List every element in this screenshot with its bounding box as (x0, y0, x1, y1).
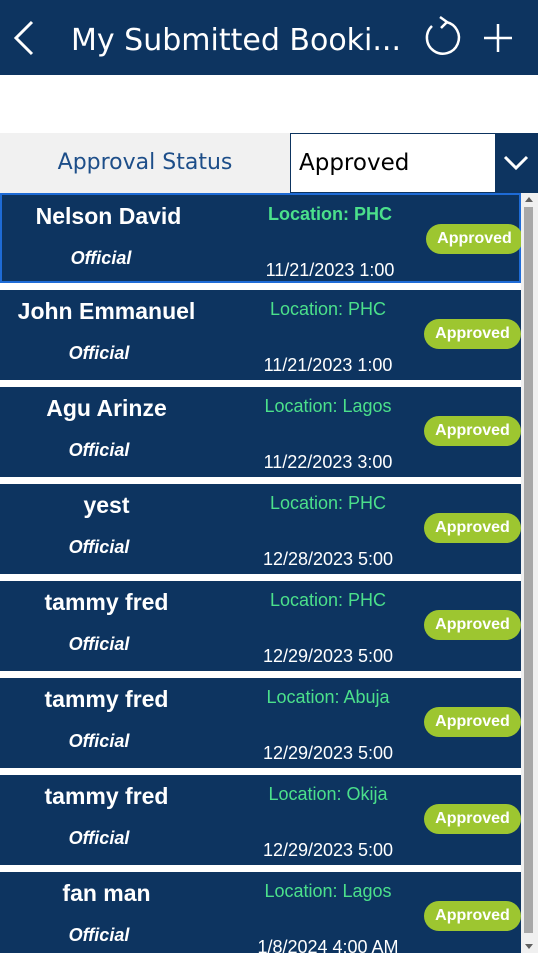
approval-status-dropdown[interactable]: Approved (290, 133, 538, 193)
booking-type: Official (68, 634, 130, 654)
booking-card[interactable]: John Emmanuel Official Location: PHC 11/21/… (0, 290, 521, 380)
booking-location: Location: PHC (269, 590, 387, 610)
plus-icon[interactable] (480, 18, 516, 58)
scroll-down-arrow-icon[interactable] (525, 944, 533, 949)
booking-card[interactable]: tammy fred Official Location: Okija 12/29/2… (0, 775, 521, 865)
booking-date: 11/21/2023 1:00 (265, 260, 395, 280)
status-badge: Approved (424, 804, 521, 834)
status-badge: Approved (424, 707, 521, 737)
booking-name: tammy fred (44, 686, 169, 712)
booking-card[interactable]: Nelson David Official Location: PHC 11/21/2… (0, 193, 523, 283)
booking-location: Location: PHC (269, 299, 387, 319)
booking-location: Location: PHC (269, 493, 387, 513)
bookings-gallery[interactable]: Nelson David Official Location: PHC 11/21/2… (0, 193, 538, 953)
status-badge: Approved (424, 610, 521, 640)
booking-type: Official (68, 440, 130, 460)
booking-type: Official (68, 343, 130, 363)
booking-type: Official (68, 925, 130, 945)
refresh-icon[interactable] (420, 16, 464, 60)
status-badge: Approved (424, 901, 521, 931)
booking-date: 12/29/2023 5:00 (262, 743, 394, 763)
page-title: My Submitted Booki... (71, 23, 401, 58)
status-badge: Approved (424, 319, 521, 349)
booking-name: tammy fred (44, 589, 169, 615)
booking-date: 11/21/2023 1:00 (263, 355, 393, 375)
booking-date: 1/8/2024 4:00 AM (257, 937, 399, 953)
booking-location: Location: Lagos (264, 881, 392, 901)
booking-name: fan man (62, 880, 151, 906)
booking-name: tammy fred (44, 783, 169, 809)
dropdown-selected-value: Approved (299, 150, 410, 176)
booking-date: 12/29/2023 5:00 (262, 646, 394, 666)
scrollbar-thumb[interactable] (524, 207, 533, 933)
app-header: My Submitted Booki... (0, 0, 538, 75)
booking-name: John Emmanuel (17, 298, 196, 324)
chevron-down-icon (503, 155, 529, 171)
booking-type: Official (68, 537, 130, 557)
booking-location: Location: Abuja (266, 687, 390, 707)
status-badge: Approved (426, 224, 523, 254)
booking-name: Nelson David (35, 203, 182, 229)
booking-type: Official (68, 731, 130, 751)
gallery-scrollbar[interactable] (521, 193, 538, 953)
booking-type: Official (70, 248, 132, 268)
status-badge: Approved (424, 513, 521, 543)
booking-card[interactable]: tammy fred Official Location: Abuja 12/29/2… (0, 678, 521, 768)
status-badge: Approved (424, 416, 521, 446)
booking-name: yest (83, 492, 130, 518)
booking-location: Location: Lagos (264, 396, 392, 416)
scroll-up-arrow-icon[interactable] (525, 197, 533, 202)
booking-card[interactable]: yest Official Location: PHC 12/28/2023 5:00… (0, 484, 521, 574)
booking-card[interactable]: Agu Arinze Official Location: Lagos 11/22/2… (0, 387, 521, 477)
booking-date: 12/28/2023 5:00 (262, 549, 394, 569)
booking-name: Agu Arinze (46, 395, 167, 421)
back-chevron-icon[interactable] (10, 18, 40, 58)
approval-filter-row: Approval Status Approved (0, 133, 538, 193)
booking-location: Location: PHC (268, 204, 392, 224)
dropdown-chevron-button[interactable] (495, 134, 537, 192)
booking-card[interactable]: fan man Official Location: Lagos 1/8/2024 4… (0, 872, 521, 953)
booking-card[interactable]: tammy fred Official Location: PHC 12/29/202… (0, 581, 521, 671)
booking-date: 12/29/2023 5:00 (262, 840, 394, 860)
search-input[interactable] (0, 75, 538, 133)
approval-status-label: Approval Status (0, 133, 290, 193)
booking-date: 11/22/2023 3:00 (263, 452, 393, 472)
booking-type: Official (68, 828, 130, 848)
booking-location: Location: Okija (268, 784, 388, 804)
